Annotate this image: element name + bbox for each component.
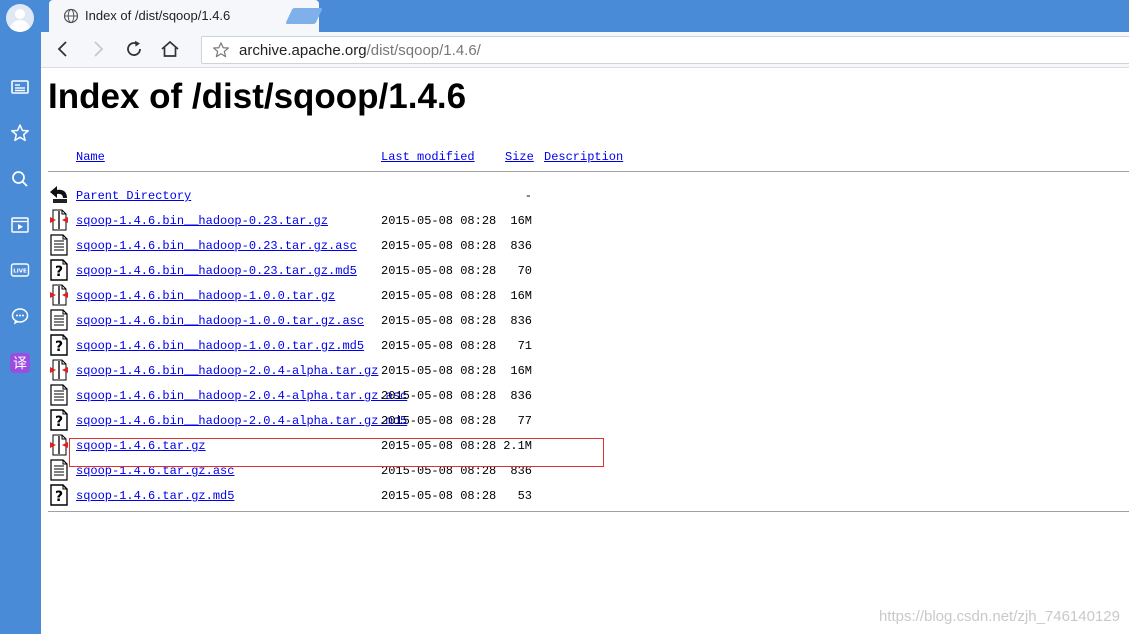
- tab-title: Index of /dist/sqoop/1.4.6: [85, 8, 231, 23]
- file-size: 836: [510, 389, 532, 403]
- chat-icon[interactable]: [9, 305, 31, 327]
- refresh-icon[interactable]: [124, 39, 144, 59]
- file-row: sqoop-1.4.6.bin__hadoop-2.0.4-alpha.tar.…: [48, 384, 1129, 410]
- file-modified: 2015-05-08 08:28: [381, 489, 497, 503]
- column-header-last-modified[interactable]: Last modified: [381, 150, 475, 164]
- file-size: 16M: [510, 364, 532, 378]
- file-link[interactable]: sqoop-1.4.6.bin__hadoop-0.23.tar.gz.asc: [76, 239, 357, 253]
- unknown-file-icon: ?: [49, 334, 69, 356]
- user-avatar[interactable]: [6, 4, 34, 32]
- svg-text:?: ?: [55, 489, 63, 505]
- footer-divider: [48, 511, 1129, 512]
- url-path: /dist/sqoop/1.4.6/: [366, 42, 481, 59]
- file-size: 53: [517, 489, 532, 503]
- watermark: https://blog.csdn.net/zjh_746140129: [878, 608, 1120, 625]
- file-size: 71: [517, 339, 532, 353]
- back-arrow-icon: [49, 184, 69, 206]
- search-icon[interactable]: [9, 168, 31, 190]
- file-link[interactable]: sqoop-1.4.6.bin__hadoop-1.0.0.tar.gz.asc: [76, 314, 364, 328]
- file-link[interactable]: sqoop-1.4.6.bin__hadoop-2.0.4-alpha.tar.…: [76, 414, 407, 428]
- file-modified: 2015-05-08 08:28: [381, 264, 497, 278]
- file-modified: 2015-05-08 08:28: [381, 289, 497, 303]
- file-size: 77: [517, 414, 532, 428]
- archive-file-icon: [49, 284, 69, 306]
- translate-icon[interactable]: 译: [10, 353, 30, 373]
- text-file-icon: [49, 234, 69, 256]
- forward-icon[interactable]: [88, 39, 108, 59]
- file-link[interactable]: sqoop-1.4.6.bin__hadoop-2.0.4-alpha.tar.…: [76, 364, 378, 378]
- page-content: Index of /dist/sqoop/1.4.6 Name Last mod…: [41, 67, 1129, 634]
- profile-card-icon[interactable]: [9, 76, 31, 98]
- file-size: 16M: [510, 214, 532, 228]
- parent-directory-row: Parent Directory -: [48, 185, 1129, 210]
- page-title: Index of /dist/sqoop/1.4.6: [48, 77, 467, 116]
- highlight-box: [69, 438, 604, 467]
- file-row: ? sqoop-1.4.6.tar.gz.md5 2015-05-08 08:28 5…: [48, 484, 1129, 510]
- text-file-icon: [49, 309, 69, 331]
- file-size: 836: [510, 314, 532, 328]
- column-header-size[interactable]: Size: [505, 150, 534, 164]
- column-header-description[interactable]: Description: [544, 150, 623, 164]
- back-icon[interactable]: [53, 39, 73, 59]
- archive-file-icon: [49, 209, 69, 231]
- svg-text:?: ?: [55, 264, 63, 280]
- file-modified: 2015-05-08 08:28: [381, 214, 497, 228]
- file-row: sqoop-1.4.6.bin__hadoop-1.0.0.tar.gz.asc…: [48, 309, 1129, 335]
- file-modified: 2015-05-08 08:28: [381, 339, 497, 353]
- unknown-file-icon: ?: [49, 259, 69, 281]
- file-row: sqoop-1.4.6.bin__hadoop-0.23.tar.gz.asc 2…: [48, 234, 1129, 260]
- file-size: 70: [517, 264, 532, 278]
- file-row: ? sqoop-1.4.6.bin__hadoop-2.0.4-alpha.tar…: [48, 409, 1129, 435]
- svg-text:?: ?: [55, 339, 63, 355]
- video-icon[interactable]: [9, 214, 31, 236]
- file-modified: 2015-05-08 08:28: [381, 314, 497, 328]
- file-row: ? sqoop-1.4.6.bin__hadoop-1.0.0.tar.gz.md…: [48, 334, 1129, 360]
- file-link[interactable]: sqoop-1.4.6.bin__hadoop-1.0.0.tar.gz.md5: [76, 339, 364, 353]
- svg-text:LIVE: LIVE: [13, 269, 27, 275]
- svg-text:?: ?: [55, 414, 63, 430]
- globe-icon: [63, 8, 79, 24]
- tab-strip: Index of /dist/sqoop/1.4.6: [41, 0, 1129, 32]
- unknown-file-icon: ?: [49, 409, 69, 431]
- unknown-file-icon: ?: [49, 484, 69, 506]
- file-row: sqoop-1.4.6.bin__hadoop-1.0.0.tar.gz 2015…: [48, 284, 1129, 310]
- browser-sidebar: LIVE 译: [0, 0, 41, 634]
- file-row: ? sqoop-1.4.6.bin__hadoop-0.23.tar.gz.md5…: [48, 259, 1129, 285]
- tab-active[interactable]: Index of /dist/sqoop/1.4.6: [49, 0, 319, 32]
- star-icon[interactable]: [9, 122, 31, 144]
- file-modified: 2015-05-08 08:28: [381, 389, 497, 403]
- text-file-icon: [49, 384, 69, 406]
- file-size: 836: [510, 239, 532, 253]
- browser-toolbar: archive.apache.org/dist/sqoop/1.4.6/: [41, 32, 1129, 68]
- file-modified: 2015-05-08 08:28: [381, 364, 497, 378]
- file-row: sqoop-1.4.6.bin__hadoop-0.23.tar.gz 2015-…: [48, 209, 1129, 235]
- file-modified: 2015-05-08 08:28: [381, 414, 497, 428]
- file-row: sqoop-1.4.6.bin__hadoop-2.0.4-alpha.tar.…: [48, 359, 1129, 385]
- file-link[interactable]: sqoop-1.4.6.bin__hadoop-2.0.4-alpha.tar.…: [76, 389, 407, 403]
- archive-file-icon: [49, 359, 69, 381]
- url-text[interactable]: archive.apache.org/dist/sqoop/1.4.6/: [239, 42, 481, 59]
- file-link[interactable]: sqoop-1.4.6.bin__hadoop-0.23.tar.gz.md5: [76, 264, 357, 278]
- file-link[interactable]: sqoop-1.4.6.bin__hadoop-0.23.tar.gz: [76, 214, 328, 228]
- text-file-icon: [49, 459, 69, 481]
- file-size: 16M: [510, 289, 532, 303]
- archive-file-icon: [49, 434, 69, 456]
- address-bar[interactable]: archive.apache.org/dist/sqoop/1.4.6/: [201, 36, 1129, 64]
- bookmark-star-icon[interactable]: [212, 41, 230, 59]
- parent-directory-link[interactable]: Parent Directory: [76, 189, 191, 203]
- column-header-name[interactable]: Name: [76, 150, 105, 164]
- file-modified: 2015-05-08 08:28: [381, 239, 497, 253]
- home-icon[interactable]: [160, 39, 180, 59]
- file-size: -: [524, 189, 532, 203]
- file-link[interactable]: sqoop-1.4.6.bin__hadoop-1.0.0.tar.gz: [76, 289, 335, 303]
- url-host: archive.apache.org: [239, 42, 367, 59]
- header-divider: [48, 171, 1129, 172]
- file-link[interactable]: sqoop-1.4.6.tar.gz.md5: [76, 489, 234, 503]
- live-icon[interactable]: LIVE: [9, 259, 31, 281]
